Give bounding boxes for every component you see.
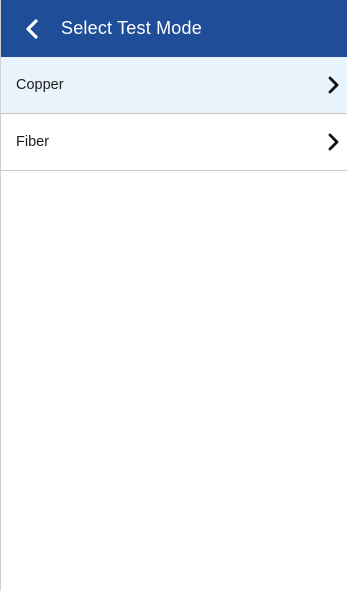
app-header: Select Test Mode [1,0,347,57]
chevron-left-icon [25,18,39,39]
chevron-right-icon [327,76,339,94]
list-item-copper[interactable]: Copper [1,57,347,114]
list-item-label: Fiber [16,134,50,150]
back-button[interactable] [15,0,49,57]
page-title: Select Test Mode [61,18,202,38]
list-item-fiber[interactable]: Fiber [1,114,347,171]
list-item-label: Copper [16,77,64,93]
test-mode-screen: Select Test Mode Copper Fiber [0,0,347,591]
chevron-right-icon [327,133,339,151]
test-mode-list: Copper Fiber [1,57,347,171]
